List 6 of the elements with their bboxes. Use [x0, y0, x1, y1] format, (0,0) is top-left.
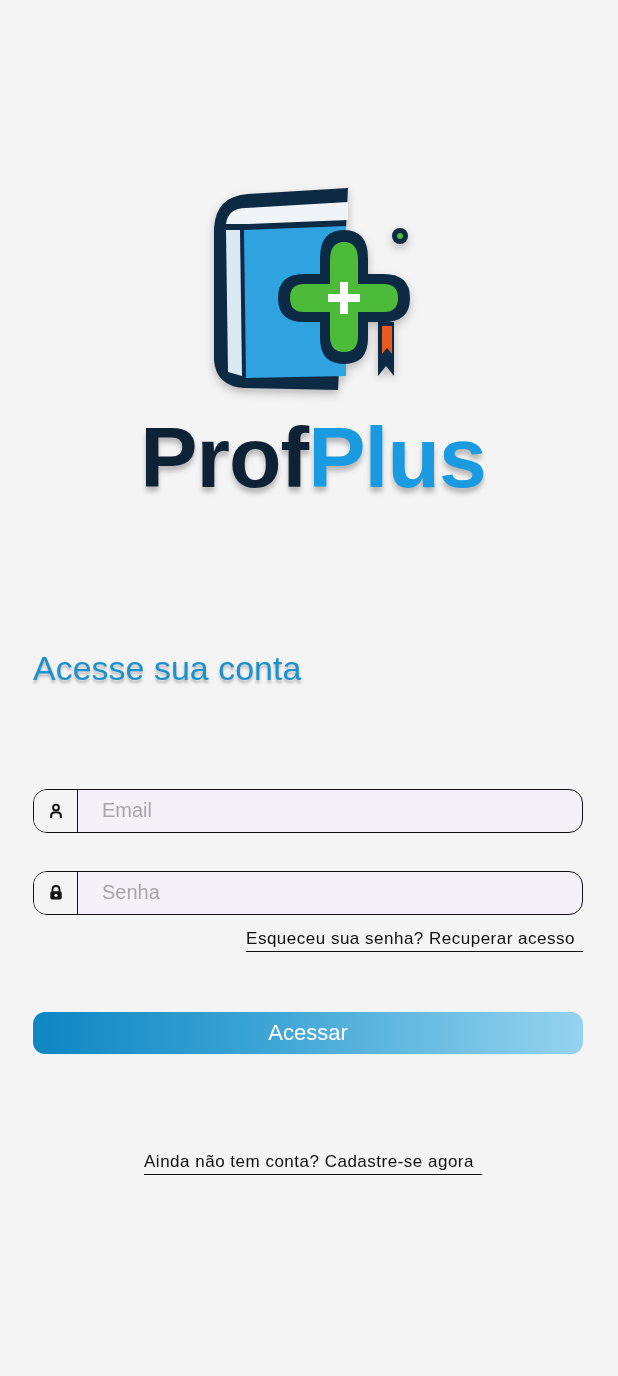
- signup-link[interactable]: Ainda não tem conta? Cadastre-se agora: [144, 1151, 482, 1175]
- logo-wordmark: ProfPlus: [140, 414, 486, 500]
- lock-icon: [48, 884, 63, 902]
- recover-access-link[interactable]: Esqueceu sua senha? Recuperar acesso: [246, 928, 583, 952]
- user-icon: [48, 802, 63, 819]
- page-title: Acesse sua conta: [33, 648, 303, 689]
